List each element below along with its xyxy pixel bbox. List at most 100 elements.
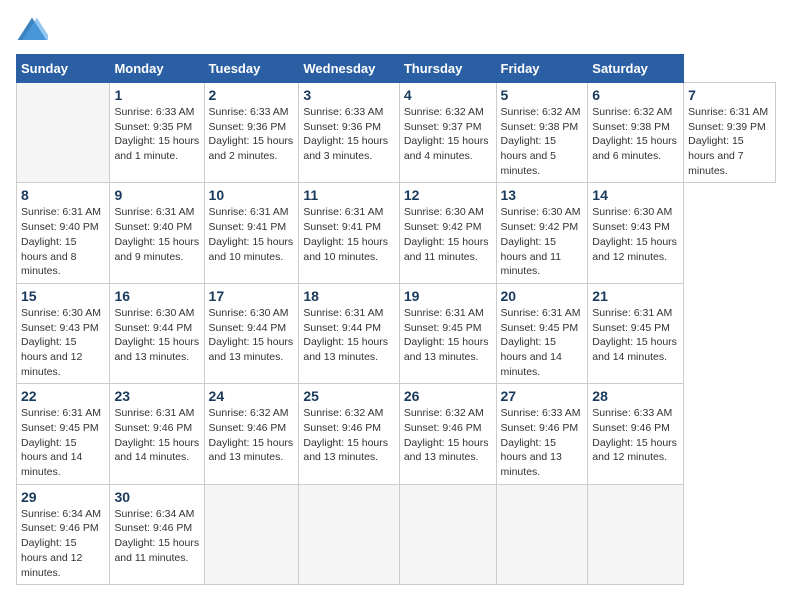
- calendar-cell: 14 Sunrise: 6:30 AM Sunset: 9:43 PM Dayl…: [588, 183, 684, 283]
- calendar-cell: 22 Sunrise: 6:31 AM Sunset: 9:45 PM Dayl…: [17, 384, 110, 484]
- day-info: Sunrise: 6:33 AM Sunset: 9:36 PM Dayligh…: [209, 105, 295, 164]
- calendar-cell: [496, 484, 588, 584]
- calendar-table: SundayMondayTuesdayWednesdayThursdayFrid…: [16, 54, 776, 585]
- logo: [16, 16, 52, 44]
- calendar-cell: 27 Sunrise: 6:33 AM Sunset: 9:46 PM Dayl…: [496, 384, 588, 484]
- calendar-cell: 23 Sunrise: 6:31 AM Sunset: 9:46 PM Dayl…: [110, 384, 204, 484]
- calendar-week-3: 15 Sunrise: 6:30 AM Sunset: 9:43 PM Dayl…: [17, 283, 776, 383]
- day-number: 15: [21, 288, 105, 304]
- day-info: Sunrise: 6:32 AM Sunset: 9:37 PM Dayligh…: [404, 105, 492, 164]
- day-number: 29: [21, 489, 105, 505]
- calendar-cell: 29 Sunrise: 6:34 AM Sunset: 9:46 PM Dayl…: [17, 484, 110, 584]
- day-number: 12: [404, 187, 492, 203]
- day-info: Sunrise: 6:32 AM Sunset: 9:46 PM Dayligh…: [303, 406, 394, 465]
- day-number: 27: [501, 388, 584, 404]
- calendar-cell: 19 Sunrise: 6:31 AM Sunset: 9:45 PM Dayl…: [399, 283, 496, 383]
- calendar-week-2: 8 Sunrise: 6:31 AM Sunset: 9:40 PM Dayli…: [17, 183, 776, 283]
- calendar-cell: [17, 83, 110, 183]
- day-number: 13: [501, 187, 584, 203]
- day-info: Sunrise: 6:31 AM Sunset: 9:44 PM Dayligh…: [303, 306, 394, 365]
- day-info: Sunrise: 6:31 AM Sunset: 9:45 PM Dayligh…: [21, 406, 105, 479]
- header-sunday: Sunday: [17, 55, 110, 83]
- day-info: Sunrise: 6:32 AM Sunset: 9:46 PM Dayligh…: [404, 406, 492, 465]
- day-info: Sunrise: 6:30 AM Sunset: 9:42 PM Dayligh…: [501, 205, 584, 278]
- day-number: 3: [303, 87, 394, 103]
- day-number: 16: [114, 288, 199, 304]
- day-number: 8: [21, 187, 105, 203]
- calendar-cell: [299, 484, 399, 584]
- calendar-cell: 26 Sunrise: 6:32 AM Sunset: 9:46 PM Dayl…: [399, 384, 496, 484]
- day-info: Sunrise: 6:31 AM Sunset: 9:45 PM Dayligh…: [404, 306, 492, 365]
- day-number: 10: [209, 187, 295, 203]
- day-number: 22: [21, 388, 105, 404]
- calendar-cell: 8 Sunrise: 6:31 AM Sunset: 9:40 PM Dayli…: [17, 183, 110, 283]
- day-info: Sunrise: 6:33 AM Sunset: 9:35 PM Dayligh…: [114, 105, 199, 164]
- calendar-cell: 18 Sunrise: 6:31 AM Sunset: 9:44 PM Dayl…: [299, 283, 399, 383]
- day-info: Sunrise: 6:30 AM Sunset: 9:43 PM Dayligh…: [21, 306, 105, 379]
- day-info: Sunrise: 6:33 AM Sunset: 9:46 PM Dayligh…: [501, 406, 584, 479]
- calendar-cell: 24 Sunrise: 6:32 AM Sunset: 9:46 PM Dayl…: [204, 384, 299, 484]
- calendar-cell: 15 Sunrise: 6:30 AM Sunset: 9:43 PM Dayl…: [17, 283, 110, 383]
- calendar-cell: 3 Sunrise: 6:33 AM Sunset: 9:36 PM Dayli…: [299, 83, 399, 183]
- header-saturday: Saturday: [588, 55, 684, 83]
- calendar-cell: [588, 484, 684, 584]
- day-info: Sunrise: 6:31 AM Sunset: 9:41 PM Dayligh…: [303, 205, 394, 264]
- day-info: Sunrise: 6:31 AM Sunset: 9:40 PM Dayligh…: [21, 205, 105, 278]
- calendar-week-1: 1 Sunrise: 6:33 AM Sunset: 9:35 PM Dayli…: [17, 83, 776, 183]
- day-number: 25: [303, 388, 394, 404]
- day-number: 1: [114, 87, 199, 103]
- calendar-week-5: 29 Sunrise: 6:34 AM Sunset: 9:46 PM Dayl…: [17, 484, 776, 584]
- calendar-cell: 1 Sunrise: 6:33 AM Sunset: 9:35 PM Dayli…: [110, 83, 204, 183]
- day-info: Sunrise: 6:31 AM Sunset: 9:46 PM Dayligh…: [114, 406, 199, 465]
- day-number: 11: [303, 187, 394, 203]
- calendar-cell: 13 Sunrise: 6:30 AM Sunset: 9:42 PM Dayl…: [496, 183, 588, 283]
- header-tuesday: Tuesday: [204, 55, 299, 83]
- day-info: Sunrise: 6:33 AM Sunset: 9:46 PM Dayligh…: [592, 406, 679, 465]
- day-info: Sunrise: 6:30 AM Sunset: 9:42 PM Dayligh…: [404, 205, 492, 264]
- day-number: 19: [404, 288, 492, 304]
- calendar-cell: 6 Sunrise: 6:32 AM Sunset: 9:38 PM Dayli…: [588, 83, 684, 183]
- day-number: 4: [404, 87, 492, 103]
- calendar-cell: 4 Sunrise: 6:32 AM Sunset: 9:37 PM Dayli…: [399, 83, 496, 183]
- day-info: Sunrise: 6:31 AM Sunset: 9:39 PM Dayligh…: [688, 105, 771, 178]
- calendar-cell: 7 Sunrise: 6:31 AM Sunset: 9:39 PM Dayli…: [684, 83, 776, 183]
- calendar-cell: 25 Sunrise: 6:32 AM Sunset: 9:46 PM Dayl…: [299, 384, 399, 484]
- calendar-cell: 20 Sunrise: 6:31 AM Sunset: 9:45 PM Dayl…: [496, 283, 588, 383]
- day-number: 17: [209, 288, 295, 304]
- day-number: 2: [209, 87, 295, 103]
- day-info: Sunrise: 6:31 AM Sunset: 9:40 PM Dayligh…: [114, 205, 199, 264]
- day-number: 9: [114, 187, 199, 203]
- calendar-cell: 12 Sunrise: 6:30 AM Sunset: 9:42 PM Dayl…: [399, 183, 496, 283]
- day-number: 5: [501, 87, 584, 103]
- calendar-cell: 16 Sunrise: 6:30 AM Sunset: 9:44 PM Dayl…: [110, 283, 204, 383]
- day-info: Sunrise: 6:31 AM Sunset: 9:41 PM Dayligh…: [209, 205, 295, 264]
- day-number: 14: [592, 187, 679, 203]
- calendar-cell: 11 Sunrise: 6:31 AM Sunset: 9:41 PM Dayl…: [299, 183, 399, 283]
- header-thursday: Thursday: [399, 55, 496, 83]
- logo-icon: [16, 16, 48, 44]
- day-info: Sunrise: 6:33 AM Sunset: 9:36 PM Dayligh…: [303, 105, 394, 164]
- calendar-cell: 28 Sunrise: 6:33 AM Sunset: 9:46 PM Dayl…: [588, 384, 684, 484]
- header-friday: Friday: [496, 55, 588, 83]
- day-info: Sunrise: 6:34 AM Sunset: 9:46 PM Dayligh…: [114, 507, 199, 566]
- header-wednesday: Wednesday: [299, 55, 399, 83]
- header: [16, 16, 776, 44]
- day-info: Sunrise: 6:31 AM Sunset: 9:45 PM Dayligh…: [501, 306, 584, 379]
- day-info: Sunrise: 6:32 AM Sunset: 9:46 PM Dayligh…: [209, 406, 295, 465]
- day-info: Sunrise: 6:30 AM Sunset: 9:44 PM Dayligh…: [114, 306, 199, 365]
- day-info: Sunrise: 6:31 AM Sunset: 9:45 PM Dayligh…: [592, 306, 679, 365]
- calendar-cell: 30 Sunrise: 6:34 AM Sunset: 9:46 PM Dayl…: [110, 484, 204, 584]
- day-number: 23: [114, 388, 199, 404]
- day-number: 21: [592, 288, 679, 304]
- calendar-cell: 17 Sunrise: 6:30 AM Sunset: 9:44 PM Dayl…: [204, 283, 299, 383]
- day-number: 26: [404, 388, 492, 404]
- day-info: Sunrise: 6:30 AM Sunset: 9:44 PM Dayligh…: [209, 306, 295, 365]
- calendar-cell: 21 Sunrise: 6:31 AM Sunset: 9:45 PM Dayl…: [588, 283, 684, 383]
- day-number: 30: [114, 489, 199, 505]
- calendar-cell: [399, 484, 496, 584]
- calendar-cell: 5 Sunrise: 6:32 AM Sunset: 9:38 PM Dayli…: [496, 83, 588, 183]
- day-number: 6: [592, 87, 679, 103]
- day-info: Sunrise: 6:34 AM Sunset: 9:46 PM Dayligh…: [21, 507, 105, 580]
- day-number: 18: [303, 288, 394, 304]
- calendar-cell: [204, 484, 299, 584]
